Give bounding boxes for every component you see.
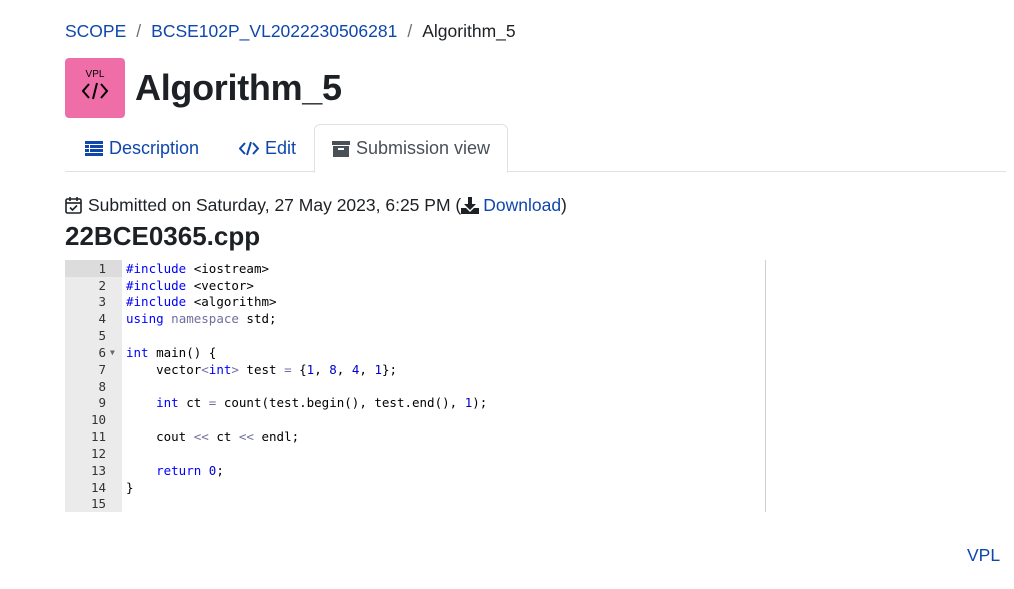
code-line: 9 int ct = count(test.begin(), test.end(…	[65, 394, 765, 411]
line-number: 9	[98, 395, 106, 410]
breadcrumb-current: Algorithm_5	[422, 20, 516, 41]
close-paren: )	[561, 194, 567, 215]
code-line: 4 using namespace std;	[65, 310, 765, 327]
code-line: 6 ▼ int main() {	[65, 344, 765, 361]
tab-description[interactable]: Description	[85, 124, 199, 172]
line-number: 5	[98, 328, 106, 343]
code-text: }	[126, 480, 134, 495]
line-number: 1	[98, 261, 106, 276]
tab-label: Description	[109, 137, 200, 158]
breadcrumb-course-section[interactable]: BCSE102P_VL2022230506281	[151, 21, 397, 42]
line-number: 2	[98, 278, 106, 293]
line-number: 11	[90, 429, 106, 444]
calendar-check-icon	[65, 196, 82, 214]
code-text: #include <algorithm>	[126, 294, 277, 309]
line-number: 7	[98, 362, 106, 377]
page-title: Algorithm_5	[135, 67, 342, 108]
code-text: vector<int> test = {1, 8, 4, 1};	[126, 362, 398, 377]
fold-arrow-icon[interactable]: ▼	[110, 344, 115, 361]
line-number: 13	[90, 463, 106, 478]
download-link[interactable]: Download	[461, 195, 561, 216]
activity-tabs: Description Edit Submission view	[65, 124, 1006, 173]
code-text: using namespace std;	[126, 311, 277, 326]
file-name: 22BCE0365.cpp	[65, 221, 261, 251]
footer-vpl-link[interactable]: VPL	[967, 545, 1000, 566]
code-line: 1 #include <iostream>	[65, 260, 765, 277]
code-line: 3 #include <algorithm>	[65, 293, 765, 310]
breadcrumb-course-scope[interactable]: SCOPE	[65, 21, 126, 42]
code-line: 13 return 0;	[65, 462, 765, 479]
breadcrumb: SCOPE / BCSE102P_VL2022230506281 / Algor…	[65, 20, 516, 42]
code-text: int main() {	[126, 345, 217, 360]
breadcrumb-separator: /	[407, 20, 413, 41]
breadcrumb-separator: /	[136, 20, 142, 41]
code-text: #include <iostream>	[126, 261, 270, 276]
tab-edit[interactable]: Edit	[239, 124, 296, 172]
code-text: return 0;	[156, 463, 224, 478]
download-icon	[461, 196, 480, 214]
code-line: 8	[65, 378, 765, 395]
line-number: 15	[90, 496, 106, 511]
code-line: 2 #include <vector>	[65, 277, 765, 294]
code-viewer[interactable]: 1 #include <iostream> 2 #include <vector> …	[65, 260, 766, 512]
code-text: cout << ct << endl;	[126, 429, 300, 444]
archive-icon	[331, 140, 350, 157]
code-line: 7 vector<int> test = {1, 8, 4, 1};	[65, 361, 765, 378]
code-line: 10	[65, 411, 765, 428]
tab-label: Submission view	[355, 138, 491, 158]
line-number: 8	[98, 379, 106, 394]
line-number: 6	[98, 345, 106, 360]
submission-date-text: Submitted on Saturday, 27 May 2023, 6:25…	[88, 194, 462, 215]
tab-submission-view[interactable]: Submission view	[314, 124, 508, 173]
submission-info: Submitted on Saturday, 27 May 2023, 6:25…	[65, 194, 567, 216]
list-icon	[85, 140, 103, 156]
code-line: 5	[65, 327, 765, 344]
line-number: 14	[90, 480, 106, 495]
code-text: #include <vector>	[126, 278, 254, 293]
vpl-activity-icon: VPL	[65, 58, 125, 118]
code-brackets-icon	[81, 82, 109, 100]
line-number: 12	[90, 446, 106, 461]
code-line: 11 cout << ct << endl;	[65, 428, 765, 445]
vpl-icon-label: VPL	[85, 69, 105, 80]
line-number: 10	[90, 412, 106, 427]
download-label: Download	[483, 194, 562, 215]
tab-label: Edit	[265, 137, 297, 158]
line-number: 4	[98, 311, 106, 326]
code-line: 15	[65, 495, 765, 512]
code-line: 14}	[65, 479, 765, 496]
line-number: 3	[98, 294, 106, 309]
code-text: int ct = count(test.begin(), test.end(),…	[156, 395, 488, 410]
code-icon	[239, 141, 259, 156]
page-header: VPL Algorithm_5	[65, 58, 342, 118]
code-line: 12	[65, 445, 765, 462]
